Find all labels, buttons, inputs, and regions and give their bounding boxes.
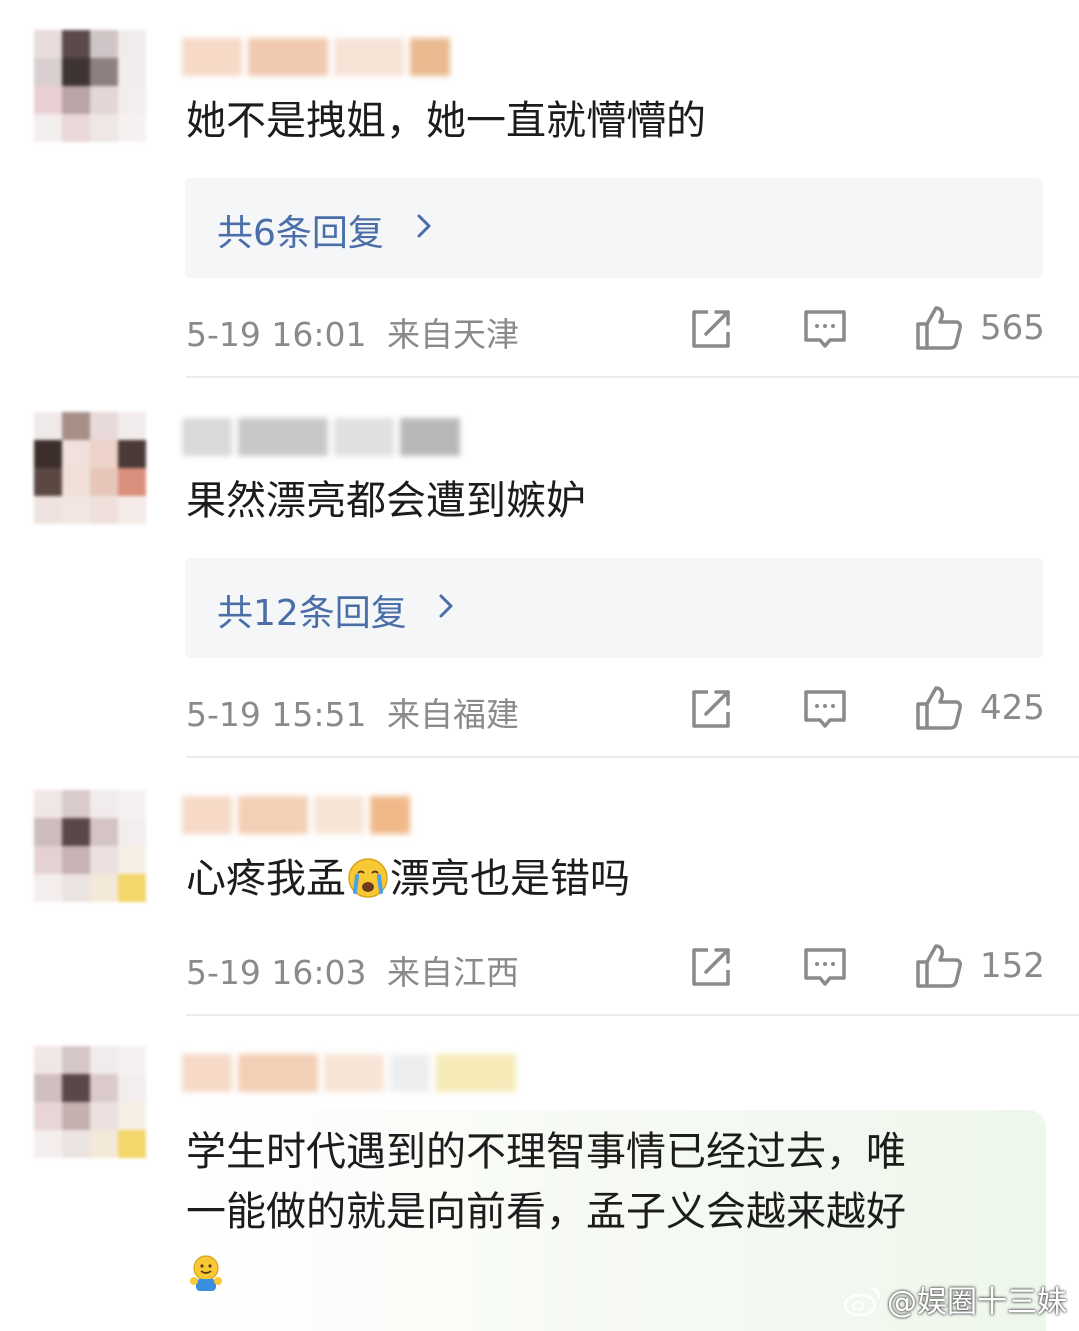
avatar[interactable] [34, 1046, 146, 1158]
comment-location: 来自江西 [387, 953, 519, 992]
username-blurred[interactable] [182, 38, 450, 76]
comment-location: 来自天津 [387, 315, 519, 354]
like-count: 565 [980, 308, 1045, 348]
comment-meta: 5-19 15:51 来自福建 [186, 688, 519, 736]
comment-icon[interactable] [802, 944, 848, 990]
divider [186, 1014, 1079, 1016]
username-blurred[interactable] [182, 796, 410, 834]
comment-text-line: 学生时代遇到的不理智事情已经过去，唯 [186, 1129, 906, 1175]
watermark: @娱圈十三妹 [843, 1277, 1067, 1321]
comment-meta: 5-19 16:03 来自江西 [186, 946, 519, 994]
like-icon[interactable] [914, 942, 964, 990]
chevron-right-icon [439, 594, 453, 618]
chevron-right-icon [417, 214, 431, 238]
comment-date: 5-19 16:01 [186, 315, 367, 354]
view-replies-button[interactable]: 共6条回复 [185, 178, 1043, 278]
comment-text: 学生时代遇到的不理智事情已经过去，唯 一能做的就是向前看，孟子义会越来越好 [186, 1122, 906, 1302]
watermark-text: @娱圈十三妹 [887, 1285, 1067, 1320]
avatar[interactable] [34, 30, 146, 142]
username-blurred[interactable] [182, 1054, 516, 1092]
comment-icon[interactable] [802, 306, 848, 352]
comment-date: 5-19 16:03 [186, 953, 367, 992]
like-icon[interactable] [914, 684, 964, 732]
share-icon[interactable] [688, 944, 734, 990]
replies-count-label: 共12条回复 [217, 593, 407, 634]
comment-text: 她不是拽姐，她一直就懵懵的 [186, 98, 706, 144]
like-icon[interactable] [914, 304, 964, 352]
comment-meta: 5-19 16:01 来自天津 [186, 308, 519, 356]
comment-text-part: 心疼我孟 [186, 856, 346, 902]
weibo-logo-icon [843, 1286, 881, 1317]
comment-text-line: 一能做的就是向前看，孟子义会越来越好 [186, 1189, 906, 1235]
view-replies-button[interactable]: 共12条回复 [185, 558, 1043, 658]
like-count: 152 [980, 946, 1045, 986]
replies-count-label: 共6条回复 [217, 213, 384, 254]
comment-location: 来自福建 [387, 695, 519, 734]
comment-date: 5-19 15:51 [186, 695, 367, 734]
divider [186, 376, 1079, 378]
divider [186, 756, 1079, 758]
like-count: 425 [980, 688, 1045, 728]
comment-text-part: 漂亮也是错吗 [390, 856, 630, 902]
crying-face-icon [348, 858, 388, 898]
hugging-face-icon [190, 1255, 222, 1291]
username-blurred[interactable] [182, 418, 460, 456]
avatar[interactable] [34, 790, 146, 902]
comment-icon[interactable] [802, 686, 848, 732]
comment-text: 心疼我孟 漂亮也是错吗 [186, 852, 630, 906]
avatar[interactable] [34, 412, 146, 524]
share-icon[interactable] [688, 306, 734, 352]
share-icon[interactable] [688, 686, 734, 732]
comment-text: 果然漂亮都会遭到嫉妒 [186, 478, 586, 524]
